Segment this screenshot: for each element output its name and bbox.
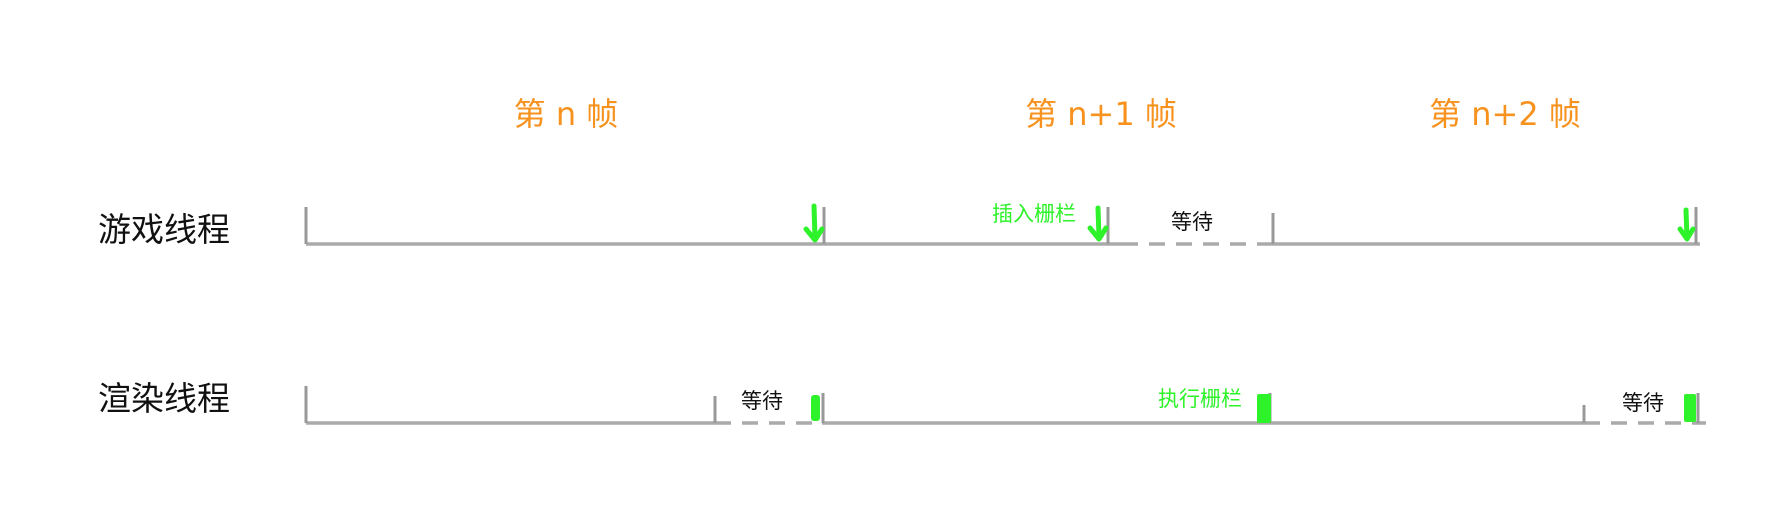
thread-timeline-diagram: 第 n 帧 第 n+1 帧 第 n+2 帧 游戏线程 渲染线程 插入栅栏 等待 … bbox=[0, 0, 1792, 517]
green-down-arrow-icon bbox=[1677, 207, 1696, 242]
green-down-arrow-icon bbox=[1087, 205, 1109, 242]
game-wait-label: 等待 bbox=[1171, 210, 1213, 234]
green-bar-marker-icon bbox=[1684, 394, 1696, 422]
frame-label-n-plus-1: 第 n+1 帧 bbox=[1025, 95, 1177, 133]
green-bar-marker-icon bbox=[1257, 394, 1271, 423]
execute-fence-label: 执行栅栏 bbox=[1158, 387, 1242, 411]
green-bar-marker-icon bbox=[811, 395, 820, 421]
frame-label-n: 第 n 帧 bbox=[513, 95, 619, 133]
game-thread-label: 游戏线程 bbox=[98, 210, 230, 249]
render-wait-label-2: 等待 bbox=[1622, 391, 1664, 415]
frame-label-n-plus-2: 第 n+2 帧 bbox=[1429, 95, 1581, 133]
green-down-arrow-icon bbox=[803, 203, 825, 243]
insert-fence-label: 插入栅栏 bbox=[992, 202, 1076, 226]
render-thread-label: 渲染线程 bbox=[98, 379, 230, 418]
timeline-canvas bbox=[304, 203, 1706, 425]
render-wait-label-1: 等待 bbox=[741, 389, 783, 413]
render-thread-axis bbox=[304, 386, 1706, 425]
